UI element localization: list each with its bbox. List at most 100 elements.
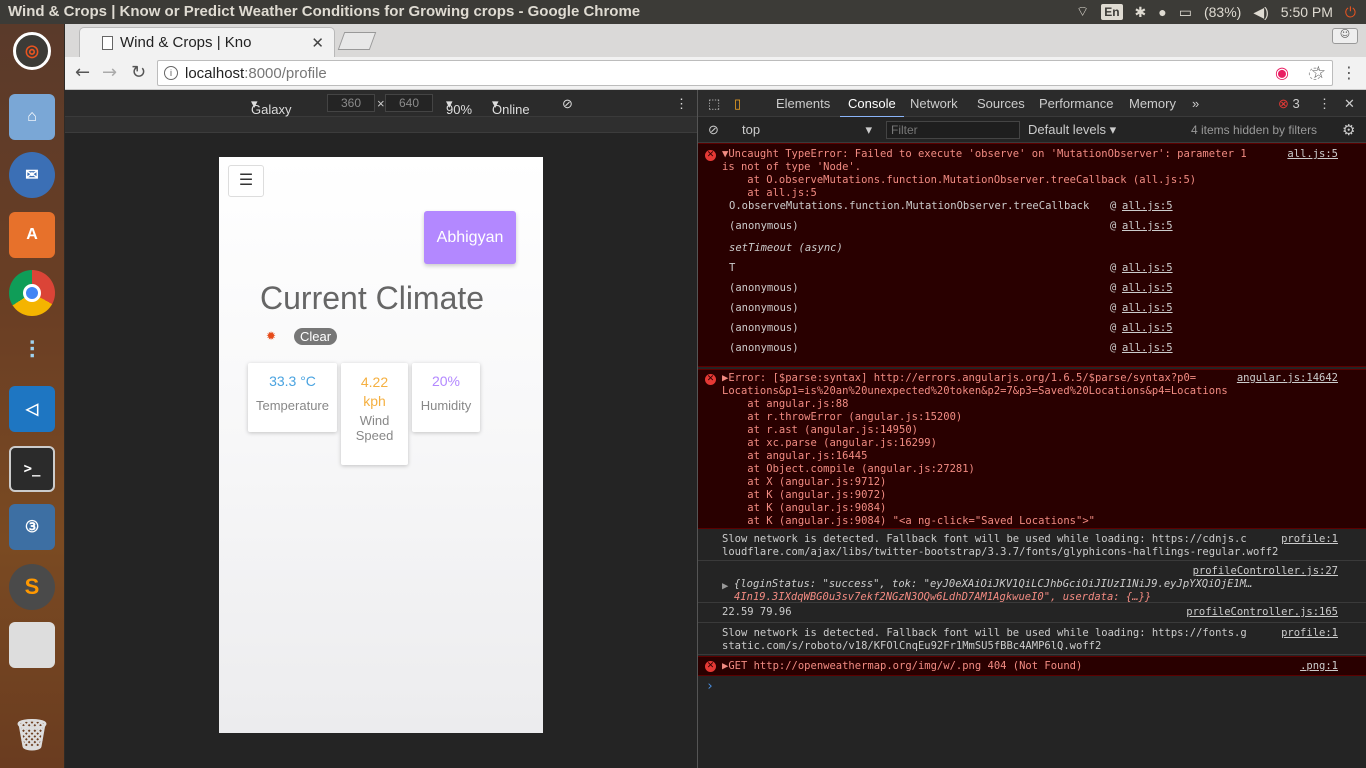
width-input[interactable]: 360 xyxy=(327,94,375,112)
error-stack-line: at angular.js:16445 xyxy=(722,450,868,462)
wind-value: 4.22 kph xyxy=(360,374,389,409)
files-icon[interactable]: ⌂ xyxy=(9,94,55,140)
stack-frame-source-link[interactable]: all.js:5 xyxy=(1122,262,1173,274)
stack-frame-source-link[interactable]: all.js:5 xyxy=(1122,342,1173,354)
device-toggle-icon[interactable]: ▯ xyxy=(734,96,741,112)
stack-frame-source-link[interactable]: all.js:5 xyxy=(1122,200,1173,212)
menu-icon[interactable]: ⋮ xyxy=(1341,63,1357,82)
error-count-badge[interactable]: ⊗ 3 xyxy=(1278,96,1300,112)
keyboard-language[interactable]: En xyxy=(1101,4,1123,20)
tab-memory[interactable]: Memory xyxy=(1129,96,1176,111)
software-center-icon[interactable]: A xyxy=(9,212,55,258)
wifi-icon[interactable]: ⌔ xyxy=(1076,3,1089,21)
terminal-icon[interactable]: >_ xyxy=(9,446,55,492)
tab-elements[interactable]: Elements xyxy=(776,96,830,111)
tab-console[interactable]: Console xyxy=(840,96,904,118)
tab-performance[interactable]: Performance xyxy=(1039,96,1113,111)
dimension-times: × xyxy=(377,96,385,111)
stack-frame-source-link[interactable]: all.js:5 xyxy=(1122,322,1173,334)
stack-frame-source-link[interactable]: all.js:5 xyxy=(1122,302,1173,314)
profile-icon[interactable]: ☺ xyxy=(1332,28,1358,44)
error-message: ▼Uncaught TypeError: Failed to execute '… xyxy=(722,148,1247,160)
media-query-ruler[interactable] xyxy=(65,117,697,133)
device-menu-icon[interactable]: ⋮ xyxy=(675,96,688,112)
console-filter-input[interactable]: Filter xyxy=(886,121,1020,139)
forward-icon[interactable]: → xyxy=(102,62,117,83)
at-symbol: @ xyxy=(1110,262,1117,274)
console-warning[interactable]: Slow network is detected. Fallback font … xyxy=(698,623,1366,655)
stack-frame-source-link[interactable]: all.js:5 xyxy=(1122,220,1173,232)
toolbar: ← → ↻ i localhost:8000/profile ☆ ◉ ◌ ⋮ xyxy=(65,57,1366,90)
vscode-icon[interactable]: ◁ xyxy=(9,386,55,432)
bluetooth-icon[interactable]: ✱ xyxy=(1135,4,1147,21)
rotate-icon[interactable]: ⊘ xyxy=(562,96,573,112)
info-icon[interactable]: i xyxy=(164,66,178,80)
humidity-label: Humidity xyxy=(420,398,472,413)
trash-icon[interactable]: 🗑 xyxy=(9,712,55,758)
console-settings-icon[interactable]: ⚙ xyxy=(1342,121,1355,139)
battery-percent[interactable]: (83%) xyxy=(1204,4,1241,20)
console-log[interactable]: 22.59 79.96 profileController.js:165 xyxy=(698,603,1366,623)
stack-frame-source-link[interactable]: all.js:5 xyxy=(1122,282,1173,294)
warning-source-link[interactable]: profile:1 xyxy=(1281,533,1338,545)
thunderbird-icon[interactable]: ✉ xyxy=(9,152,55,198)
workspace-icon[interactable]: ③ xyxy=(9,504,55,550)
console-prompt[interactable]: › xyxy=(706,679,714,694)
context-select[interactable]: top ▾ xyxy=(742,122,872,137)
messaging-icon[interactable]: ● xyxy=(1158,4,1166,20)
mobile-page: ☰ Abhigyan Current Climate ✹ Clear 33.3 … xyxy=(219,157,543,733)
ubuntu-logo-icon[interactable]: ◎ xyxy=(13,32,51,70)
log-levels-select[interactable]: Default levels ▾ xyxy=(1028,122,1116,138)
zoom-select[interactable]: 90% ▾ xyxy=(446,96,472,117)
extension-icon[interactable]: ◉ xyxy=(1275,63,1289,82)
warning-message: Slow network is detected. Fallback font … xyxy=(722,533,1247,545)
user-button[interactable]: Abhigyan xyxy=(424,211,516,264)
power-icon[interactable]: ⏻ xyxy=(1345,4,1356,21)
height-input[interactable]: 640 xyxy=(385,94,433,112)
volume-icon[interactable]: ◀) xyxy=(1253,4,1268,21)
page-title: Current Climate xyxy=(260,280,485,316)
equalizer-icon[interactable]: ⫶ xyxy=(9,328,55,374)
hamburger-menu-icon[interactable]: ☰ xyxy=(228,165,264,197)
error-source-link[interactable]: all.js:5 xyxy=(1287,148,1338,160)
extension-2-icon[interactable]: ◌ xyxy=(1308,63,1322,82)
at-symbol: @ xyxy=(1110,342,1117,354)
log-source-link[interactable]: profileController.js:165 xyxy=(1186,606,1338,618)
new-tab-button[interactable] xyxy=(337,32,377,50)
expand-icon[interactable]: ▶ xyxy=(722,580,728,592)
reload-icon[interactable]: ↻ xyxy=(131,62,146,83)
clear-console-icon[interactable]: ⊘ xyxy=(708,122,719,138)
close-devtools-icon[interactable]: ✕ xyxy=(1344,96,1355,112)
tab-network[interactable]: Network xyxy=(910,96,958,111)
console-warning[interactable]: Slow network is detected. Fallback font … xyxy=(698,531,1366,561)
sublime-icon[interactable]: S xyxy=(9,564,55,610)
tab-sources[interactable]: Sources xyxy=(977,96,1025,111)
device-select[interactable]: Galaxy S5 ▾ xyxy=(251,96,291,132)
close-tab-icon[interactable]: ✕ xyxy=(311,34,324,52)
console-log[interactable]: profileController.js:27 ▶ {loginStatus: … xyxy=(698,561,1366,603)
at-symbol: @ xyxy=(1110,302,1117,314)
network-select[interactable]: Online ▾ xyxy=(492,96,530,117)
console-error[interactable]: ✕ ▼Uncaught TypeError: Failed to execute… xyxy=(698,143,1366,367)
more-tabs-icon[interactable]: » xyxy=(1192,96,1199,111)
console-error[interactable]: ✕ ▶Error: [$parse:syntax] http://errors.… xyxy=(698,369,1366,529)
console-error[interactable]: ✕ ▶GET http://openweathermap.org/img/w/.… xyxy=(698,656,1366,676)
error-message: is not of type 'Node'. xyxy=(722,161,862,173)
battery-icon[interactable]: ▭ xyxy=(1179,4,1192,21)
error-source-link[interactable]: .png:1 xyxy=(1300,660,1338,672)
drive-icon[interactable] xyxy=(9,622,55,668)
error-icon: ✕ xyxy=(705,661,716,672)
chrome-icon[interactable] xyxy=(9,270,55,316)
warning-source-link[interactable]: profile:1 xyxy=(1281,627,1338,639)
log-source-link[interactable]: profileController.js:27 xyxy=(1193,565,1338,577)
wind-label: Wind Speed xyxy=(355,413,394,443)
browser-tab[interactable]: Wind & Crops | Kno ✕ xyxy=(79,27,335,57)
error-source-link[interactable]: angular.js:14642 xyxy=(1237,372,1338,384)
back-icon[interactable]: ← xyxy=(75,62,90,83)
error-message: Locations&p1=is%20an%20unexpected%20toke… xyxy=(722,385,1228,397)
address-bar[interactable]: i localhost:8000/profile ☆ xyxy=(157,60,1333,86)
clock[interactable]: 5:50 PM xyxy=(1281,4,1333,20)
inspect-icon[interactable]: ⬚ xyxy=(708,96,720,112)
devtools-menu-icon[interactable]: ⋮ xyxy=(1318,96,1331,112)
log-object[interactable]: {loginStatus: "success", tok: "eyJ0eXAiO… xyxy=(734,578,1252,590)
